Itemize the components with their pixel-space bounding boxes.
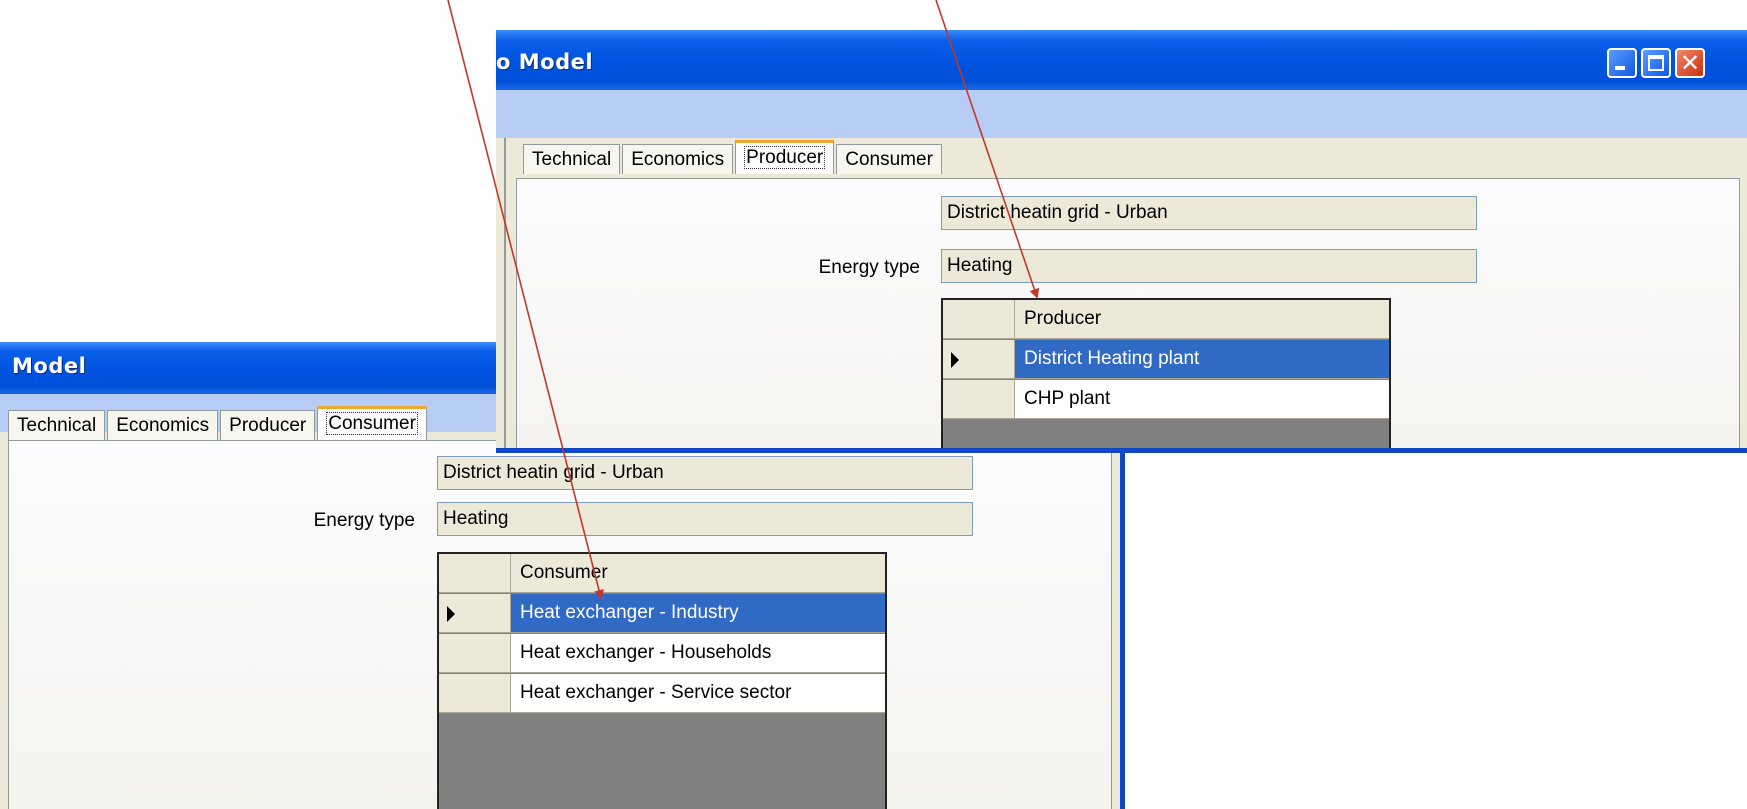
- energy-type-field[interactable]: Heating: [941, 249, 1477, 283]
- grid-column-header[interactable]: Consumer: [511, 554, 885, 593]
- tab-technical[interactable]: Technical: [523, 144, 621, 174]
- energy-type-field[interactable]: Heating: [437, 502, 973, 536]
- row-selector[interactable]: [439, 594, 511, 633]
- window-title: o Model: [496, 50, 594, 74]
- window-title: Model: [12, 354, 87, 378]
- maximize-button[interactable]: [1641, 48, 1671, 78]
- grid-name-field[interactable]: District heatin grid - Urban: [941, 196, 1477, 230]
- tab-consumer[interactable]: Consumer: [836, 144, 942, 174]
- tab-strip: Technical Economics Producer Consumer: [523, 140, 944, 174]
- tab-strip: Technical Economics Producer Consumer: [8, 406, 429, 440]
- grid-name-field[interactable]: District heatin grid - Urban: [437, 456, 973, 490]
- close-icon: ✕: [1679, 49, 1701, 77]
- grid-row[interactable]: Heat exchanger - Industry: [439, 594, 885, 634]
- maximize-icon: [1648, 55, 1664, 71]
- grid-header-row: Consumer: [439, 554, 885, 594]
- row-pointer-icon: [447, 606, 455, 622]
- tab-technical[interactable]: Technical: [8, 410, 106, 440]
- minimize-button[interactable]: [1607, 48, 1637, 78]
- grid-column-header[interactable]: Producer: [1015, 300, 1389, 339]
- row-header-corner: [943, 300, 1015, 339]
- grid-header-row: Producer: [943, 300, 1389, 340]
- row-selector[interactable]: [439, 674, 511, 713]
- grid-cell[interactable]: Heat exchanger - Industry: [511, 594, 885, 633]
- row-selector[interactable]: [943, 380, 1015, 419]
- producer-window: o Model ✕ Technical Economics Producer C…: [496, 30, 1747, 453]
- row-pointer-icon: [951, 352, 959, 368]
- grid-cell[interactable]: CHP plant: [1015, 380, 1389, 419]
- consumer-grid: Consumer Heat exchanger - Industry Heat …: [437, 552, 887, 809]
- grid-row[interactable]: District Heating plant: [943, 340, 1389, 380]
- minimize-icon: [1615, 66, 1625, 70]
- row-selector[interactable]: [439, 634, 511, 673]
- tab-producer[interactable]: Producer: [735, 140, 835, 174]
- grid-row[interactable]: CHP plant: [943, 380, 1389, 420]
- tab-economics[interactable]: Economics: [107, 410, 219, 440]
- tab-economics[interactable]: Economics: [622, 144, 734, 174]
- grid-row[interactable]: Heat exchanger - Service sector: [439, 674, 885, 714]
- tab-producer[interactable]: Producer: [220, 410, 316, 440]
- toolbar-band: [496, 90, 1747, 138]
- energy-type-label: Energy type: [818, 257, 920, 278]
- producer-window-titlebar[interactable]: o Model ✕: [496, 30, 1747, 90]
- row-header-corner: [439, 554, 511, 593]
- window-left-edge: [504, 138, 506, 448]
- tab-consumer[interactable]: Consumer: [317, 406, 427, 440]
- grid-cell[interactable]: Heat exchanger - Households: [511, 634, 885, 673]
- grid-row[interactable]: Heat exchanger - Households: [439, 634, 885, 674]
- row-selector[interactable]: [943, 340, 1015, 379]
- grid-cell[interactable]: District Heating plant: [1015, 340, 1389, 379]
- producer-grid: Producer District Heating plant CHP plan…: [941, 298, 1391, 448]
- close-button[interactable]: ✕: [1675, 48, 1705, 78]
- grid-cell[interactable]: Heat exchanger - Service sector: [511, 674, 885, 713]
- energy-type-label: Energy type: [313, 510, 415, 531]
